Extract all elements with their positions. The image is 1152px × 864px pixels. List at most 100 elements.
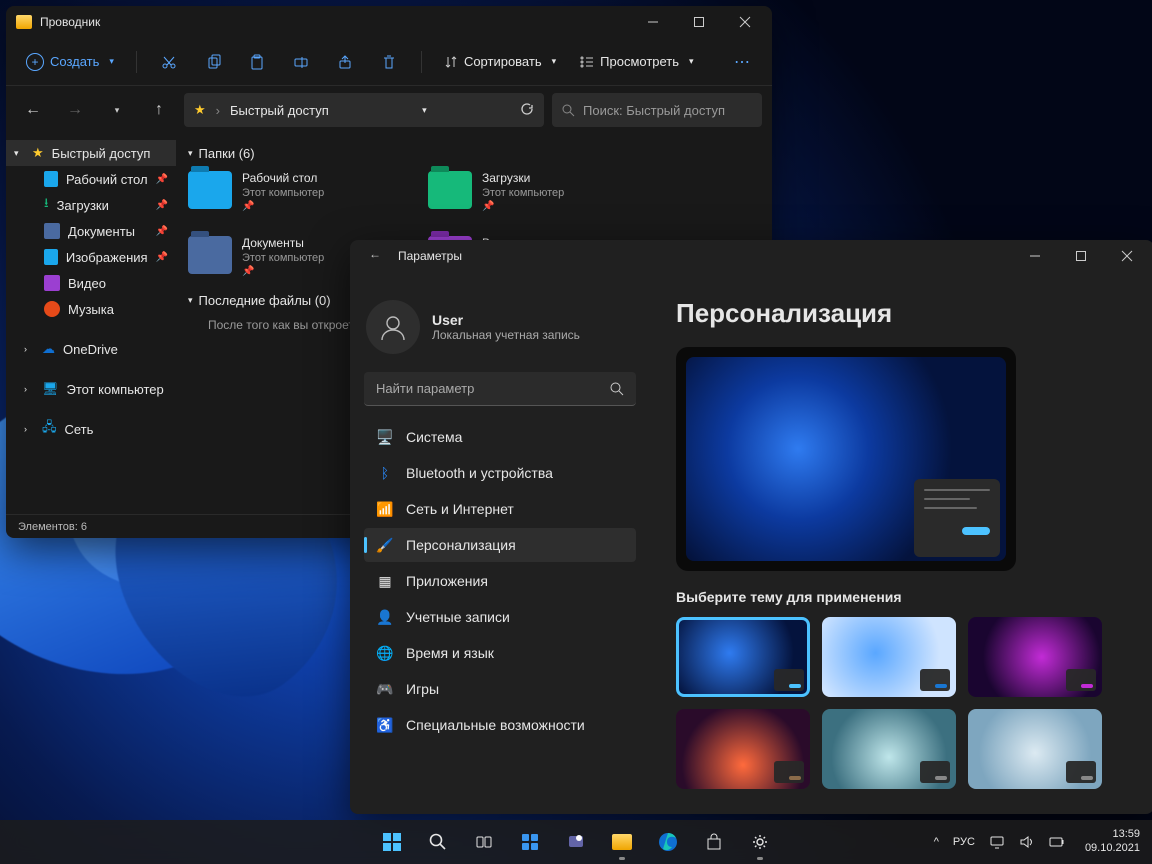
chat-button[interactable] (556, 822, 596, 862)
explorer-navbar: ← → ▾ ↑ ★ › Быстрый доступ ▾ Поиск: Быст… (6, 86, 772, 134)
menu-item[interactable]: 👤 Учетные записи (364, 600, 636, 634)
theme-tile[interactable] (822, 709, 956, 789)
explorer-taskbar-button[interactable] (602, 822, 642, 862)
menu-item[interactable]: 🖌️ Персонализация (364, 528, 636, 562)
menu-icon: 📶 (376, 500, 394, 518)
sidebar-item-quick[interactable]: ▾★ Быстрый доступ (6, 140, 176, 166)
maximize-button[interactable] (1058, 240, 1104, 272)
theme-tile[interactable] (676, 709, 810, 789)
taskview-button[interactable] (464, 822, 504, 862)
menu-item[interactable]: ♿ Специальные возможности (364, 708, 636, 742)
status-text: Элементов: 6 (18, 521, 87, 533)
paste-button[interactable] (239, 44, 275, 80)
menu-icon: 👤 (376, 608, 394, 626)
search-box[interactable]: Поиск: Быстрый доступ (552, 93, 762, 127)
theme-tile[interactable] (822, 617, 956, 697)
clock[interactable]: 13:59 09.10.2021 (1085, 828, 1140, 856)
recent-button[interactable]: ▾ (100, 93, 134, 127)
widgets-button[interactable] (510, 822, 550, 862)
edge-button[interactable] (648, 822, 688, 862)
user-name: User (432, 312, 580, 328)
menu-icon: 🎮 (376, 680, 394, 698)
preview-window-mock (914, 479, 1000, 557)
new-button-label: Создать (50, 54, 99, 69)
sidebar-item-onedrive[interactable]: ›☁OneDrive (6, 336, 176, 362)
sort-button[interactable]: Сортировать▾ (436, 50, 564, 73)
sidebar-label: Загрузки (57, 198, 109, 213)
user-block[interactable]: User Локальная учетная запись (366, 300, 634, 354)
menu-label: Игры (406, 681, 439, 697)
folder-sub: Этот компьютер (242, 252, 324, 264)
sidebar-item-downloads[interactable]: ⭳Загрузки📌 (6, 192, 176, 218)
tray-chevron[interactable]: ^ (934, 836, 939, 848)
view-button[interactable]: Просмотреть▾ (572, 50, 701, 73)
star-icon: ★ (194, 102, 206, 118)
folder-item[interactable]: Загрузки Этот компьютер 📌 (428, 171, 628, 212)
sidebar-label: Рабочий стол (66, 172, 148, 187)
minimize-button[interactable] (630, 6, 676, 38)
section-label: Последние файлы (0) (199, 293, 331, 308)
sidebar-label: Видео (68, 276, 106, 291)
minimize-button[interactable] (1012, 240, 1058, 272)
sidebar-item-desktop[interactable]: Рабочий стол 📌 (6, 166, 176, 192)
more-button[interactable]: ⋯ (724, 44, 760, 80)
back-button[interactable]: ← (360, 240, 390, 269)
share-button[interactable] (327, 44, 363, 80)
theme-preview (676, 347, 1016, 571)
lang-indicator[interactable]: РУС (953, 836, 975, 848)
menu-label: Специальные возможности (406, 717, 585, 733)
menu-item[interactable]: 🌐 Время и язык (364, 636, 636, 670)
settings-taskbar-button[interactable] (740, 822, 780, 862)
theme-tile[interactable] (676, 617, 810, 697)
rename-button[interactable] (283, 44, 319, 80)
sidebar-item-videos[interactable]: Видео (6, 270, 176, 296)
explorer-title: Проводник (40, 15, 100, 29)
menu-label: Учетные записи (406, 609, 510, 625)
folder-item[interactable]: Рабочий стол Этот компьютер 📌 (188, 171, 388, 212)
settings-titlebar[interactable]: ← Параметры (350, 240, 1152, 272)
sidebar-item-pictures[interactable]: Изображения📌 (6, 244, 176, 270)
sidebar-label: Документы (68, 224, 135, 239)
store-button[interactable] (694, 822, 734, 862)
search-settings[interactable]: Найти параметр (364, 372, 636, 406)
start-button[interactable] (372, 822, 412, 862)
folder-name: Загрузки (482, 171, 564, 185)
sidebar-item-network[interactable]: ›🖧Сеть (6, 416, 176, 442)
new-button[interactable]: + Создать ▾ (18, 49, 122, 75)
menu-label: Сеть и Интернет (406, 501, 514, 517)
menu-label: Bluetooth и устройства (406, 465, 553, 481)
menu-item[interactable]: 🎮 Игры (364, 672, 636, 706)
volume-icon[interactable] (1019, 834, 1035, 850)
network-icon[interactable] (989, 834, 1005, 850)
menu-label: Время и язык (406, 645, 494, 661)
delete-button[interactable] (371, 44, 407, 80)
address-bar[interactable]: ★ › Быстрый доступ ▾ (184, 93, 544, 127)
pin-icon: 📌 (156, 174, 168, 185)
folder-sub: Этот компьютер (482, 187, 564, 199)
search-button[interactable] (418, 822, 458, 862)
pin-icon: 📌 (242, 201, 324, 212)
maximize-button[interactable] (676, 6, 722, 38)
theme-tile[interactable] (968, 709, 1102, 789)
menu-item[interactable]: ▦ Приложения (364, 564, 636, 598)
refresh-button[interactable] (520, 102, 534, 119)
up-button[interactable]: ↑ (142, 93, 176, 127)
menu-item[interactable]: 📶 Сеть и Интернет (364, 492, 636, 526)
explorer-titlebar[interactable]: Проводник (6, 6, 772, 38)
close-button[interactable] (722, 6, 768, 38)
settings-title: Параметры (398, 249, 462, 263)
menu-icon: ᛒ (376, 464, 394, 482)
copy-button[interactable] (195, 44, 231, 80)
sidebar-item-thispc[interactable]: ›🖥Этот компьютер (6, 376, 176, 402)
back-button[interactable]: ← (16, 93, 50, 127)
menu-item[interactable]: ᛒ Bluetooth и устройства (364, 456, 636, 490)
theme-tile[interactable] (968, 617, 1102, 697)
cut-button[interactable] (151, 44, 187, 80)
folders-section-header[interactable]: ▾Папки (6) (188, 146, 760, 161)
sidebar-item-documents[interactable]: Документы📌 (6, 218, 176, 244)
forward-button[interactable]: → (58, 93, 92, 127)
sidebar-item-music[interactable]: Музыка (6, 296, 176, 322)
battery-icon[interactable] (1049, 834, 1065, 850)
close-button[interactable] (1104, 240, 1150, 272)
menu-item[interactable]: 🖥️ Система (364, 420, 636, 454)
